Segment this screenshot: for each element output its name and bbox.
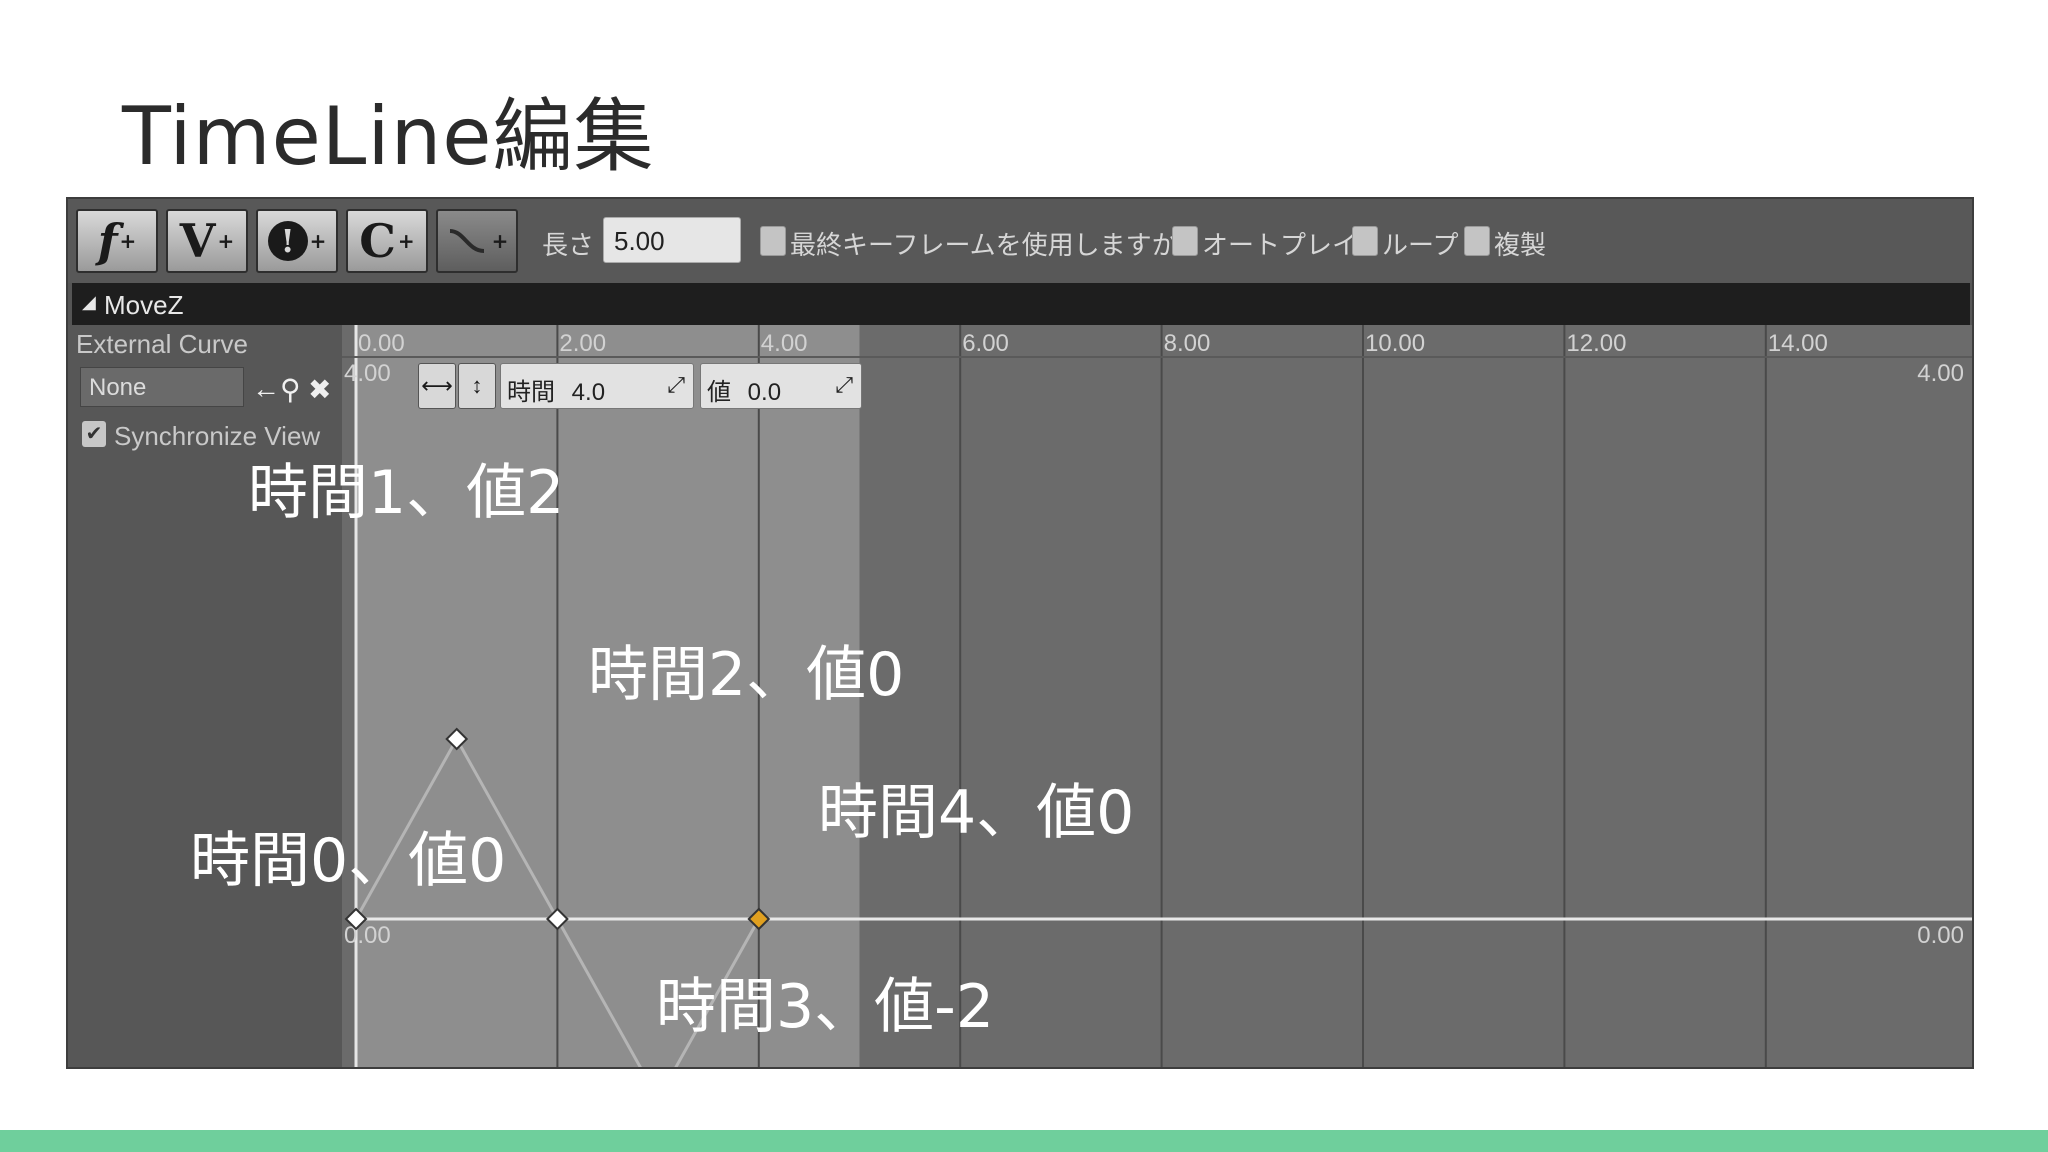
time-tick-label: 2.00 <box>559 330 606 357</box>
key-value-label: 値 <box>707 379 731 406</box>
value-zero-label-right: 0.00 <box>1917 922 1964 949</box>
annotation-key-3: 時間3、値-2 <box>656 972 994 1042</box>
key-time-field[interactable]: 時間 4.0 ⤢ <box>500 363 694 409</box>
replicate-checkbox[interactable] <box>1464 226 1490 256</box>
key-time-value: 4.0 <box>571 379 606 406</box>
value-max-label-right: 4.00 <box>1917 360 1964 387</box>
time-tick-label: 14.00 <box>1768 330 1828 357</box>
event-icon: ! <box>267 221 308 261</box>
timeline-toolbar: f + V + ! + C + + 長さ 5.00 最終キーフレームを使用しますか？ オ… <box>68 199 1972 283</box>
autoplay-checkbox[interactable] <box>1172 226 1198 256</box>
annotation-key-2: 時間2、値0 <box>588 640 905 710</box>
time-tick-label: 8.00 <box>1164 330 1211 357</box>
value-max-label-left: 4.00 <box>344 360 391 387</box>
add-color-track-button[interactable]: C + <box>346 209 428 273</box>
synchronize-view-checkbox[interactable]: ✔ <box>82 421 106 447</box>
key-value-field[interactable]: 値 0.0 ⤢ <box>700 363 862 409</box>
value-zero-label-left: 0.00 <box>344 922 391 949</box>
key-time-label: 時間 <box>507 379 555 406</box>
autoplay-label: オートプレイ <box>1202 230 1359 260</box>
curve-icon <box>449 229 484 253</box>
external-curve-field[interactable]: None <box>80 367 244 407</box>
loop-label: ループ <box>1382 230 1459 260</box>
add-event-track-button[interactable]: ! + <box>256 209 338 273</box>
triangle-down-icon[interactable]: ◢ <box>82 292 96 313</box>
track-name: MoveZ <box>104 290 184 320</box>
curve-graph[interactable]: 0.00 2.00 4.00 6.00 8.00 10.00 12.00 14.00 4.00 4… <box>342 325 1972 1069</box>
external-curve-label: External Curve <box>76 329 248 359</box>
loop-checkbox[interactable] <box>1352 226 1378 256</box>
replicate-label: 複製 <box>1494 230 1547 260</box>
resize-arrows-icon: ⤢ <box>835 372 853 397</box>
time-tick-label: 12.00 <box>1566 330 1626 357</box>
annotation-key-4: 時間4、値0 <box>818 778 1135 848</box>
resize-arrows-icon: ⤢ <box>667 372 685 397</box>
add-vector-track-button[interactable]: V + <box>166 209 248 273</box>
annotation-key-1: 時間1、値2 <box>248 458 565 528</box>
use-last-keyframe-label: 最終キーフレームを使用しますか？ <box>790 230 1204 260</box>
fit-horizontal-button[interactable]: ⟷ <box>418 363 456 409</box>
time-tick-label: 6.00 <box>962 330 1009 357</box>
close-icon[interactable]: ✖ <box>308 373 331 406</box>
length-label: 長さ <box>542 230 595 260</box>
fit-vertical-button[interactable]: ↕ <box>458 363 496 409</box>
length-input[interactable]: 5.00 <box>603 217 741 263</box>
track-header[interactable]: ◢ MoveZ <box>72 283 1970 325</box>
slide-title: TimeLine編集 <box>122 90 655 183</box>
key-value-value: 0.0 <box>747 379 782 406</box>
time-tick-label: 4.00 <box>761 330 808 357</box>
slide-footer-bar <box>0 1130 2048 1152</box>
time-tick-label: 0.00 <box>358 330 405 357</box>
annotation-key-0: 時間0、値0 <box>190 826 507 896</box>
arrow-left-icon[interactable]: ← <box>252 373 280 405</box>
track-settings-panel: External Curve None ← ⚲ ✖ ✔ Synchronize … <box>68 325 342 1067</box>
time-tick-label: 10.00 <box>1365 330 1425 357</box>
add-external-curve-button[interactable]: + <box>436 209 518 273</box>
search-icon[interactable]: ⚲ <box>280 373 301 406</box>
curve-graph-canvas[interactable]: 0.00 2.00 4.00 6.00 8.00 10.00 12.00 14.00 4.00 4… <box>342 325 1972 1069</box>
use-last-keyframe-checkbox[interactable] <box>760 226 786 256</box>
timeline-editor: f + V + ! + C + + 長さ 5.00 最終キーフレームを使用しますか？ オ… <box>66 197 1974 1069</box>
add-float-track-button[interactable]: f + <box>76 209 158 273</box>
